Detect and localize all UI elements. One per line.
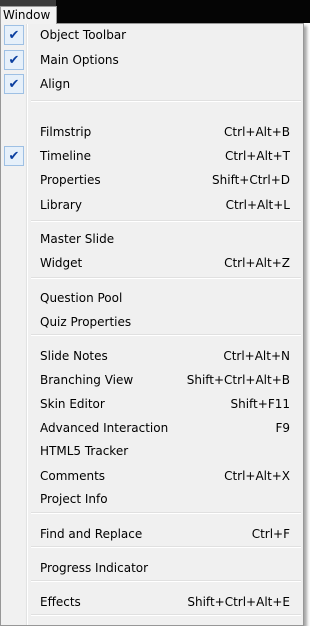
menu-item-label: Question Pool [40, 291, 123, 305]
menu-item-shortcut: Ctrl+Alt+Z [224, 256, 290, 270]
menu-item-filmstrip[interactable]: Filmstrip Ctrl+Alt+B [3, 122, 301, 146]
menu-item-shortcut: Shift+F11 [230, 397, 290, 411]
menu-item-shortcut: Ctrl+Alt+N [223, 349, 290, 363]
menu-item-shortcut: Ctrl+Alt+T [224, 149, 290, 163]
menu-item-branching-view[interactable]: Branching View Shift+Ctrl+Alt+B [3, 370, 301, 394]
menu-item-label: Filmstrip [40, 125, 92, 139]
menu-item-shortcut: Ctrl+Alt+B [224, 125, 290, 139]
menu-item-project-info[interactable]: Project Info [3, 489, 301, 513]
menu-item-label: Widget [40, 256, 83, 270]
menu-item-label: Progress Indicator [40, 561, 149, 575]
menu-item-label: Library [40, 198, 82, 212]
menu-item-shortcut: Shift+Ctrl+D [212, 173, 290, 187]
window-menu-button[interactable]: Window [0, 6, 57, 24]
menu-item-shortcut: Shift+Ctrl+Alt+E [187, 595, 290, 609]
menu-item-shortcut: Ctrl+Alt+L [225, 198, 290, 212]
menu-item-label: Timeline [40, 149, 92, 163]
checkmark-icon: ✔ [4, 50, 24, 70]
menu-item-label: Find and Replace [40, 527, 143, 541]
menu-item-advanced-interaction[interactable]: Advanced Interaction F9 [3, 418, 301, 442]
menu-item-comments[interactable]: Comments Ctrl+Alt+X [3, 466, 301, 490]
menu-item-library[interactable]: Library Ctrl+Alt+L [3, 195, 301, 219]
menu-separator [31, 100, 301, 102]
menu-item-shortcut: Ctrl+F [251, 527, 290, 541]
menu-item-main-options[interactable]: ✔ Main Options [3, 50, 301, 74]
menu-item-properties[interactable]: Properties Shift+Ctrl+D [3, 170, 301, 194]
menu-item-label: Main Options [40, 53, 119, 67]
menu-item-shortcut: Shift+Ctrl+Alt+B [186, 373, 290, 387]
menu-item-find-and-replace[interactable]: Find and Replace Ctrl+F [3, 524, 301, 548]
menu-item-object-toolbar[interactable]: ✔ Object Toolbar [3, 25, 301, 49]
menu-item-label: Master Slide [40, 232, 115, 246]
menu-item-widget[interactable]: Widget Ctrl+Alt+Z [3, 253, 301, 277]
menu-item-progress-indicator[interactable]: Progress Indicator [3, 558, 301, 582]
window-dropdown-menu: ✔ Object Toolbar ✔ Main Options ✔ Align Filmst… [0, 23, 304, 626]
checkmark-icon: ✔ [4, 25, 24, 45]
menu-item-label: Effects [40, 595, 81, 609]
menu-item-html5-tracker[interactable]: HTML5 Tracker [3, 441, 301, 465]
menu-item-label: Skin Editor [40, 397, 105, 411]
menu-item-label: Slide Notes [40, 349, 108, 363]
menu-item-align[interactable]: ✔ Align [3, 74, 301, 98]
menu-item-master-slide[interactable]: Master Slide [3, 229, 301, 253]
menu-item-question-pool[interactable]: Question Pool [3, 288, 301, 312]
menu-item-label: Comments [40, 469, 106, 483]
menu-item-label: Properties [40, 173, 101, 187]
menu-item-timeline[interactable]: ✔ Timeline Ctrl+Alt+T [3, 146, 301, 170]
menu-item-slide-notes[interactable]: Slide Notes Ctrl+Alt+N [3, 346, 301, 370]
menu-item-label: Branching View [40, 373, 134, 387]
menu-item-label: Align [40, 77, 71, 91]
checkmark-icon: ✔ [4, 146, 24, 166]
menu-item-label: HTML5 Tracker [40, 444, 129, 458]
screen: Window ✔ Object Toolbar ✔ Main Options ✔ Alig… [0, 0, 310, 626]
menu-item-shortcut: F9 [275, 421, 290, 435]
menu-separator [31, 220, 301, 222]
menu-item-quiz-properties[interactable]: Quiz Properties [3, 312, 301, 336]
menu-item-shortcut: Ctrl+Alt+X [224, 469, 290, 483]
menu-item-effects[interactable]: Effects Shift+Ctrl+Alt+E [3, 592, 301, 616]
menu-item-label: Project Info [40, 492, 108, 506]
menu-item-label: Quiz Properties [40, 315, 132, 329]
menu-item-label: Advanced Interaction [40, 421, 169, 435]
checkmark-icon: ✔ [4, 74, 24, 94]
menu-item-skin-editor[interactable]: Skin Editor Shift+F11 [3, 394, 301, 418]
menu-separator [31, 277, 301, 279]
menu-item-label: Object Toolbar [40, 28, 127, 42]
